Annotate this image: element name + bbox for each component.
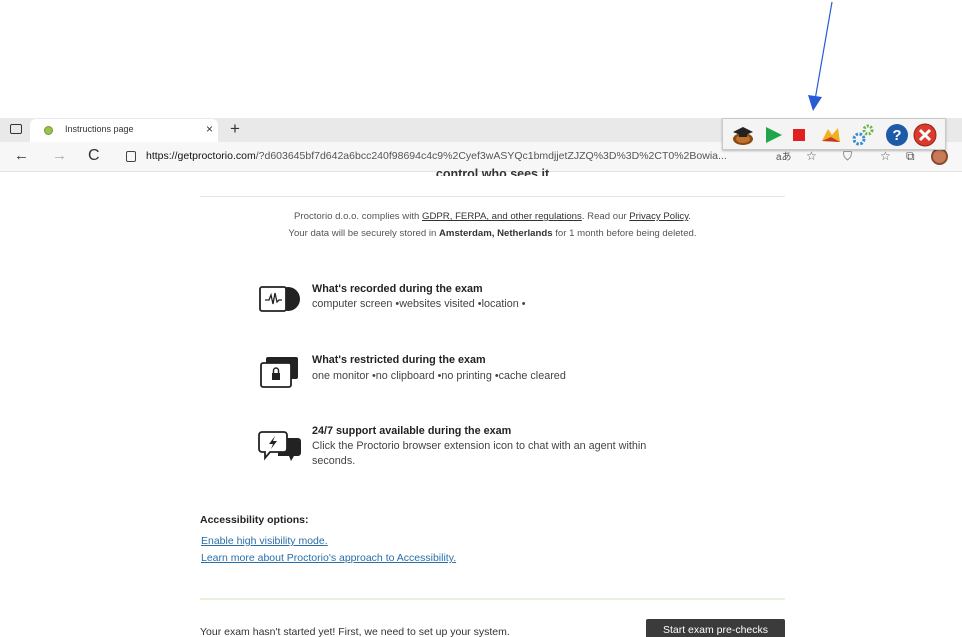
section-heading-cut: control who sees it	[435, 168, 550, 176]
recorded-desc: computer screen •websites visited •locat…	[312, 298, 526, 310]
recorded-title: What's recorded during the exam	[312, 283, 483, 295]
refresh-icon[interactable]: C	[88, 148, 100, 164]
url-path: /?d603645bf7d642a6bcc240f98694c4c9%2Cyef…	[255, 150, 727, 162]
site-info-icon[interactable]	[126, 151, 136, 162]
proctorio-extension-toolbar: ?	[722, 118, 946, 150]
storage-text: Your data will be securely stored in Ams…	[200, 228, 785, 239]
bird-icon[interactable]	[819, 123, 843, 147]
gears-icon[interactable]	[851, 123, 875, 147]
compliance-suffix: .	[688, 211, 691, 222]
favorites-icon[interactable]: ☆	[880, 148, 891, 164]
recording-icon	[259, 286, 300, 312]
chat-support-icon	[258, 431, 301, 461]
restricted-title: What's restricted during the exam	[312, 354, 486, 366]
accessibility-title: Accessibility options:	[200, 514, 309, 526]
exam-status-text: Your exam hasn't started yet! First, we …	[200, 626, 510, 637]
support-desc-line2: seconds.	[312, 455, 356, 467]
read-aloud-icon[interactable]: aあ	[776, 150, 792, 166]
high-visibility-link-text[interactable]: Enable high visibility mode	[201, 535, 325, 547]
tab-actions-icon[interactable]	[10, 124, 22, 134]
tab-instructions[interactable]: Instructions page ×	[30, 119, 218, 142]
compliance-mid: . Read our	[581, 211, 630, 222]
start-pre-checks-button[interactable]: Start exam pre-checks	[646, 619, 785, 637]
regulations-link[interactable]: GDPR, FERPA, and other regulations	[422, 211, 582, 222]
close-icon[interactable]	[913, 123, 937, 147]
proctorio-hat-icon[interactable]	[731, 123, 755, 147]
svg-text:?: ?	[892, 127, 901, 144]
restricted-desc: one monitor •no clipboard •no printing •…	[312, 370, 566, 382]
collections-icon[interactable]: ⧉	[906, 148, 915, 164]
help-icon[interactable]: ?	[885, 123, 909, 147]
storage-location: Amsterdam, Netherlands	[438, 228, 553, 239]
shield-icon[interactable]: ⛉	[843, 148, 852, 164]
tab-close-icon[interactable]: ×	[206, 122, 213, 136]
high-visibility-link-suffix: .	[324, 535, 328, 547]
privacy-policy-link[interactable]: Privacy Policy	[629, 211, 688, 222]
accessibility-learn-more-link[interactable]: Learn more about Proctorio's approach to…	[201, 552, 456, 564]
compliance-text: Proctorio d.o.o. complies with GDPR, FER…	[200, 211, 785, 222]
accessibility-learn-more-text[interactable]: Learn more about Proctorio's approach to…	[201, 552, 453, 564]
play-icon[interactable]	[761, 123, 785, 147]
storage-suffix: for 1 month before being deleted.	[552, 228, 697, 239]
forward-icon[interactable]: →	[52, 148, 67, 164]
support-title: 24/7 support available during the exam	[312, 425, 512, 437]
divider	[200, 196, 785, 197]
high-visibility-link[interactable]: Enable high visibility mode.	[201, 535, 328, 547]
url-host: https://getproctorio.com	[146, 150, 256, 162]
storage-prefix: Your data will be securely stored in	[288, 228, 439, 239]
compliance-prefix: Proctorio d.o.o. complies with	[294, 211, 423, 222]
support-desc-line1: Click the Proctorio browser extension ic…	[312, 440, 647, 452]
new-tab-icon[interactable]: +	[230, 118, 240, 140]
annotation-arrow	[808, 1, 833, 111]
proctorio-favicon-icon	[44, 126, 53, 135]
accessibility-learn-more-suffix: .	[453, 552, 457, 564]
lock-restriction-icon	[260, 357, 298, 388]
stop-icon[interactable]	[787, 123, 811, 147]
back-icon[interactable]: ←	[14, 148, 29, 164]
profile-avatar[interactable]	[931, 148, 948, 165]
add-favorite-icon[interactable]: ☆	[806, 148, 817, 164]
url-field[interactable]: https://getproctorio.com/?d603645bf7d642…	[146, 150, 766, 162]
footer-divider	[200, 598, 785, 600]
tab-title: Instructions page	[65, 124, 134, 134]
